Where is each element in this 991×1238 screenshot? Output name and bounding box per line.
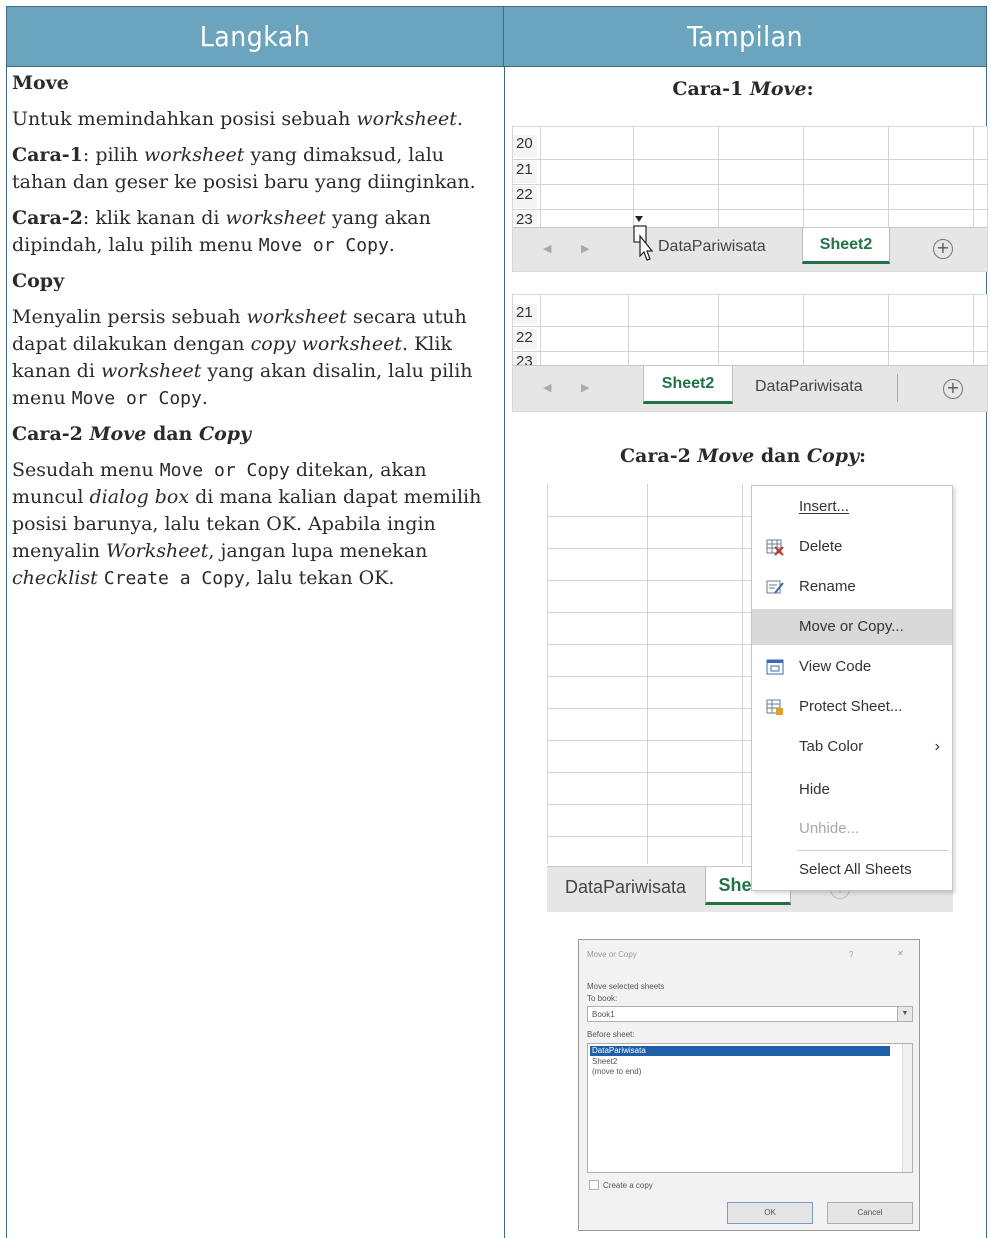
menu-item-rename[interactable]: Rename [752, 569, 952, 605]
sheet-tab-datapariwisata[interactable]: DataPariwisata [755, 378, 863, 396]
menu-item-hide[interactable]: Hide [752, 772, 952, 808]
menu-item-select-all-sheets[interactable]: Select All Sheets [752, 852, 952, 888]
list-item[interactable]: (move to end) [592, 1067, 641, 1077]
to-book-select[interactable]: Book1 [587, 1006, 905, 1022]
cara1-paragraph: Cara-1: pilih worksheet yang dimaksud, l… [12, 144, 476, 193]
menu-item-delete[interactable]: Delete [752, 529, 952, 565]
sheet-tab-sheet2-active[interactable]: Sheet2 [802, 228, 890, 264]
menu-separator [797, 850, 948, 851]
sheet-tab-bar: ◀ ▶ Sheet2 DataPariwisata + [513, 365, 987, 411]
row-number: 20 [513, 135, 537, 157]
submenu-arrow-icon: › [934, 738, 940, 755]
menu-item-insert[interactable]: Insert... [752, 489, 952, 525]
cara2-move-copy-heading: Cara-2 Move dan Copy [12, 423, 252, 445]
row-number: 22 [513, 329, 537, 349]
move-description: Untuk memindahkan posisi sebuah workshee… [12, 108, 463, 130]
column-divider [504, 67, 505, 1238]
view-code-icon [766, 659, 784, 675]
nav-right-icon[interactable]: ▶ [581, 242, 589, 255]
ok-button[interactable]: OK [727, 1202, 813, 1224]
protect-sheet-icon [766, 699, 783, 715]
nav-left-icon[interactable]: ◀ [543, 381, 551, 394]
cara2-caption: Cara-2 Move dan Copy: [619, 445, 867, 467]
sheet-screenshot-1: 20 21 22 23 ◀ ▶ DataPariwisata Sheet2 + [512, 126, 988, 272]
list-item-selected[interactable]: DataPariwisata [590, 1046, 890, 1056]
cara2-paragraph: Cara-2: klik kanan di worksheet yang aka… [12, 207, 431, 256]
to-book-label: To book: [587, 994, 618, 1003]
cancel-button[interactable]: Cancel [827, 1202, 913, 1224]
sheet-tab-datapariwisata[interactable]: DataPariwisata [658, 238, 766, 256]
nav-right-icon[interactable]: ▶ [581, 381, 589, 394]
header-langkah: Langkah [7, 7, 504, 67]
move-heading: Move [12, 72, 69, 94]
dropdown-chevron-icon[interactable]: ▼ [897, 1006, 913, 1022]
add-sheet-icon[interactable]: + [933, 239, 953, 259]
dialog-title: Move or Copy [587, 950, 637, 959]
help-icon[interactable]: ? [849, 950, 853, 959]
add-sheet-icon[interactable]: + [943, 379, 963, 399]
sheet-tab-sheet2-active[interactable]: Sheet2 [643, 366, 733, 404]
menu-item-tab-color[interactable]: Tab Color › [752, 729, 952, 765]
menu-item-protect-sheet[interactable]: Protect Sheet... [752, 689, 952, 725]
copy-paragraph: Menyalin persis sebuah worksheet secara … [12, 306, 473, 409]
delete-sheet-icon [766, 539, 784, 556]
before-sheet-list[interactable]: DataPariwisata Sheet2 (move to end) [587, 1043, 913, 1173]
nav-left-icon[interactable]: ◀ [543, 242, 551, 255]
create-copy-checkbox[interactable] [589, 1180, 599, 1190]
sheet-tab-datapariwisata[interactable]: DataPariwisata [565, 877, 686, 898]
move-selected-label: Move selected sheets [587, 982, 665, 991]
row-number: 21 [513, 161, 537, 183]
langkah-column: Move Untuk memindahkan posisi sebuah wor… [12, 70, 490, 601]
cara1-caption: Cara-1 Move: [672, 78, 814, 100]
drag-cursor-icon [633, 216, 653, 261]
rename-icon [766, 580, 784, 594]
close-icon[interactable]: ✕ [897, 949, 904, 958]
header-tampilan: Tampilan [504, 7, 986, 67]
copy-heading: Copy [12, 270, 65, 292]
menu-item-move-or-copy[interactable]: Move or Copy... [752, 609, 952, 645]
row-number: 23 [513, 353, 537, 365]
sheet-tab-bar: ◀ ▶ DataPariwisata Sheet2 + [513, 216, 987, 271]
final-paragraph: Sesudah menu Move or Copy ditekan, akan … [12, 459, 482, 589]
menu-item-unhide: Unhide... [799, 820, 860, 837]
row-number: 23 [513, 211, 537, 225]
list-scrollbar[interactable] [902, 1044, 912, 1172]
menu-item-view-code[interactable]: View Code [752, 649, 952, 685]
before-sheet-label: Before sheet: [587, 1030, 635, 1039]
list-item[interactable]: Sheet2 [592, 1057, 617, 1067]
sheet-screenshot-2: 21 22 23 ◀ ▶ Sheet2 DataPariwisata + [512, 294, 988, 412]
row-number: 22 [513, 186, 537, 208]
create-copy-label: Create a copy [603, 1181, 653, 1190]
row-number: 21 [513, 304, 537, 324]
context-menu: Insert... Delete Rename Move or Copy... … [751, 485, 953, 891]
move-or-copy-dialog: Move or Copy ? ✕ Move selected sheets To… [578, 939, 920, 1231]
